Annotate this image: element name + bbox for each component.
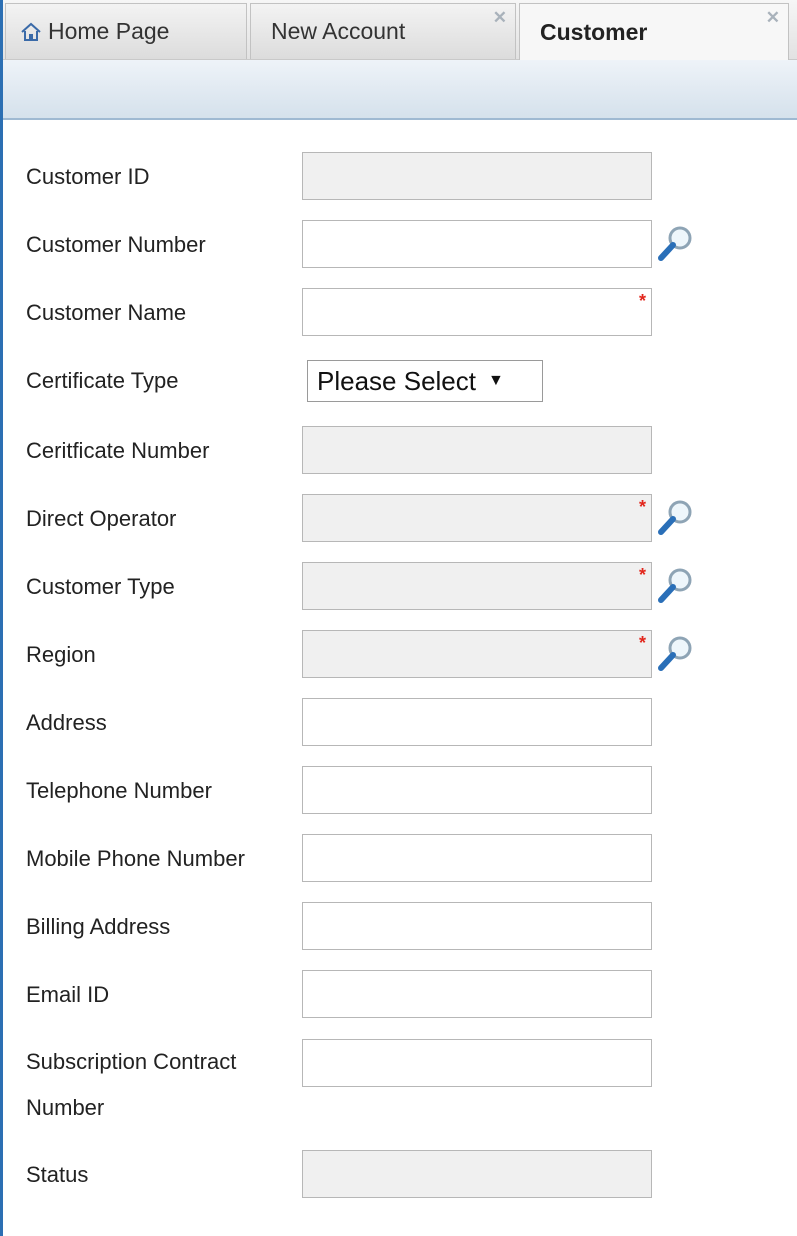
- certificate-number-label: Ceritficate Number: [26, 438, 210, 463]
- home-icon: [21, 22, 41, 41]
- billing-address-label: Billing Address: [26, 914, 171, 939]
- mobile-phone-number-field[interactable]: [302, 834, 652, 882]
- certificate-type-row: Certificate Type Please Select ▼: [3, 358, 797, 408]
- subscription-contract-number-label-line1: Subscription Contract: [26, 1049, 237, 1074]
- certificate-type-label: Certificate Type: [26, 368, 179, 393]
- customer-id-row: Customer ID: [3, 152, 797, 202]
- tab-bar: Home Page New Account ✕ Customer ✕: [3, 0, 797, 61]
- subscription-contract-number-row: Subscription Contract Number: [3, 1039, 797, 1129]
- customer-name-field[interactable]: *: [302, 288, 652, 336]
- search-icon[interactable]: [655, 497, 697, 537]
- tab-label: New Account: [271, 18, 406, 44]
- customer-id-label: Customer ID: [26, 164, 150, 189]
- subscription-contract-number-label-line2: Number: [26, 1095, 105, 1120]
- tab-label: Home Page: [48, 18, 170, 44]
- required-mark: *: [638, 565, 646, 585]
- email-id-label: Email ID: [26, 982, 110, 1007]
- required-mark: *: [638, 291, 646, 311]
- direct-operator-row: Direct Operator *: [3, 494, 797, 544]
- direct-operator-field[interactable]: *: [302, 494, 652, 542]
- customer-type-field[interactable]: *: [302, 562, 652, 610]
- customer-number-field[interactable]: [302, 220, 652, 268]
- tab-customer[interactable]: Customer ✕: [519, 3, 789, 61]
- close-icon[interactable]: ✕: [493, 8, 507, 28]
- chevron-down-icon: ▼: [487, 372, 504, 389]
- certificate-number-row: Ceritficate Number: [3, 426, 797, 476]
- email-id-row: Email ID: [3, 970, 797, 1020]
- close-icon[interactable]: ✕: [766, 8, 780, 28]
- certificate-type-select[interactable]: Please Select ▼: [307, 360, 543, 402]
- search-icon[interactable]: [655, 565, 697, 605]
- search-icon[interactable]: [655, 223, 697, 263]
- required-mark: *: [638, 497, 646, 517]
- certificate-number-field[interactable]: [302, 426, 652, 474]
- subscription-contract-number-field[interactable]: [302, 1039, 652, 1087]
- customer-number-row: Customer Number: [3, 220, 797, 270]
- region-row: Region *: [3, 630, 797, 680]
- certificate-type-selected: Please Select: [317, 365, 476, 396]
- telephone-number-field[interactable]: [302, 766, 652, 814]
- telephone-number-row: Telephone Number: [3, 766, 797, 816]
- required-mark: *: [638, 633, 646, 653]
- mobile-phone-number-row: Mobile Phone Number: [3, 834, 797, 884]
- direct-operator-label: Direct Operator: [26, 506, 177, 531]
- status-label: Status: [26, 1162, 89, 1187]
- mobile-phone-number-label: Mobile Phone Number: [26, 846, 245, 871]
- tab-home-page[interactable]: Home Page: [5, 3, 247, 59]
- customer-number-label: Customer Number: [26, 232, 206, 257]
- status-row: Status: [3, 1150, 797, 1200]
- email-id-field[interactable]: [302, 970, 652, 1018]
- customer-name-label: Customer Name: [26, 300, 187, 325]
- search-icon[interactable]: [655, 633, 697, 673]
- toolbar-band: [3, 60, 797, 120]
- address-field[interactable]: [302, 698, 652, 746]
- tab-new-account[interactable]: New Account ✕: [250, 3, 516, 59]
- region-label: Region: [26, 642, 96, 667]
- address-label: Address: [26, 710, 107, 735]
- customer-id-field[interactable]: [302, 152, 652, 200]
- customer-type-label: Customer Type: [26, 574, 175, 599]
- customer-type-row: Customer Type *: [3, 562, 797, 612]
- status-field[interactable]: [302, 1150, 652, 1198]
- billing-address-field[interactable]: [302, 902, 652, 950]
- address-row: Address: [3, 698, 797, 748]
- billing-address-row: Billing Address: [3, 902, 797, 952]
- tab-label: Customer: [540, 19, 648, 45]
- region-field[interactable]: *: [302, 630, 652, 678]
- telephone-number-label: Telephone Number: [26, 778, 212, 803]
- customer-name-row: Customer Name *: [3, 288, 797, 338]
